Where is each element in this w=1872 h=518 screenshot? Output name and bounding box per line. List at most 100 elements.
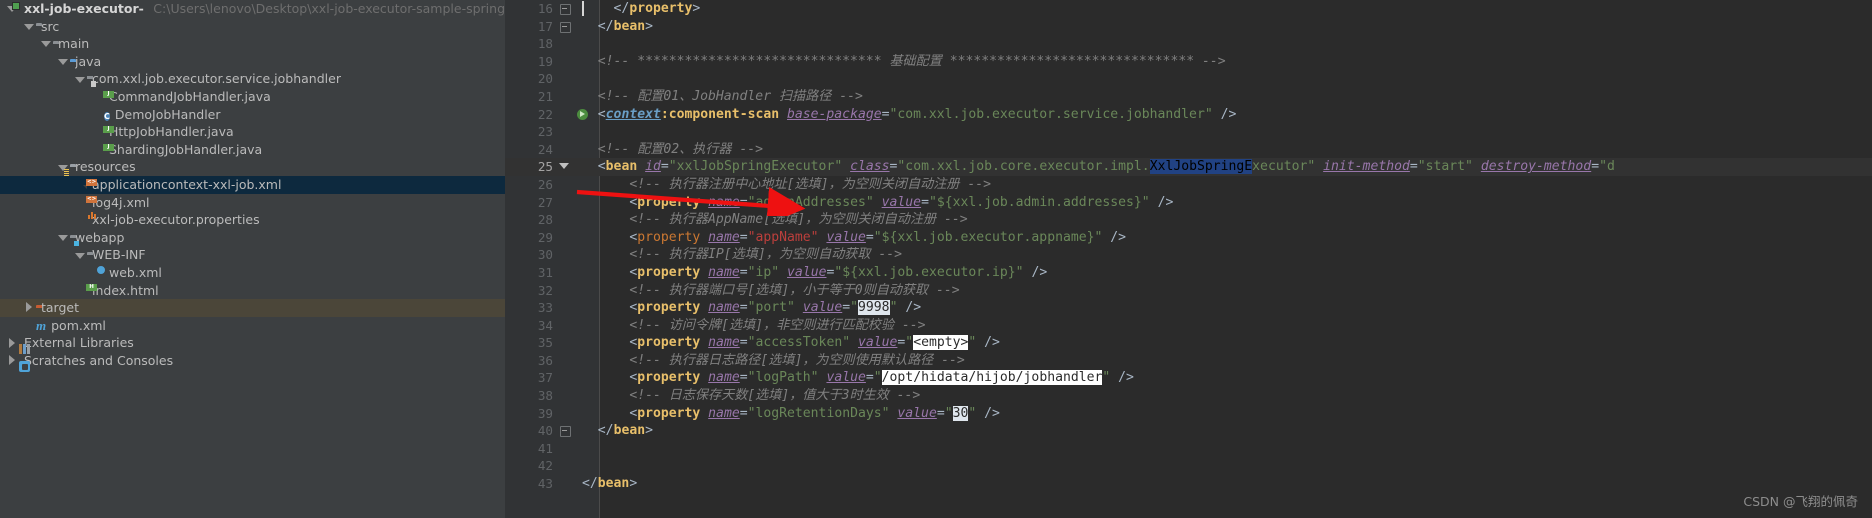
code-line[interactable]: 33 <property name="port" value="9998" /> xyxy=(505,299,1872,317)
code-token: "ip" xyxy=(747,264,780,280)
code-line[interactable]: 21 <!-- 配置01、JobHandler 扫描路径 --> xyxy=(505,88,1872,106)
tree-item-pom-xml[interactable]: m pom.xml xyxy=(0,317,505,335)
chevron-down-icon[interactable] xyxy=(74,250,85,261)
tree-item-commandjobhandler-java[interactable]: J CommandJobHandler.java xyxy=(0,88,505,106)
tree-item-index-html[interactable]: Hindex.html xyxy=(0,282,505,300)
code-token: <!-- 配置01、JobHandler 扫描路径 --> xyxy=(597,88,863,104)
code-line[interactable]: 17 </bean> xyxy=(505,18,1872,36)
tree-item-demojobhandler[interactable]: C DemoJobHandler xyxy=(0,106,505,124)
code-line[interactable]: 26 <!-- 执行器注册中心地址[选填]，为空则关闭自动注册 --> xyxy=(505,176,1872,194)
code-line[interactable]: 31 <property name="ip" value="${xxl.job.… xyxy=(505,264,1872,282)
tree-item-src[interactable]: src xyxy=(0,18,505,36)
code-line[interactable]: 39 <property name="logRetentionDays" val… xyxy=(505,405,1872,423)
tree-item-target[interactable]: target xyxy=(0,299,505,317)
tree-item-external-libraries[interactable]: External Libraries xyxy=(0,334,505,355)
code-token: property xyxy=(629,1,693,16)
tree-item-webapp[interactable]: webapp xyxy=(0,229,505,247)
code-line[interactable]: 18 xyxy=(505,35,1872,53)
code-token: property xyxy=(637,264,701,280)
code-line[interactable]: 22 <context:component-scan base-package=… xyxy=(505,106,1872,124)
code-line[interactable]: 27 <property name="adminAddresses" value… xyxy=(505,194,1872,212)
line-content: <property name="logRetentionDays" value=… xyxy=(582,405,1000,423)
tree-item-label: target xyxy=(41,300,80,316)
code-token: destroy-method xyxy=(1480,159,1592,175)
code-line[interactable]: 29 <property name="appName" value="${xxl… xyxy=(505,229,1872,247)
code-token: <!-- 执行器注册中心地址[选填]，为空则关闭自动注册 --> xyxy=(629,176,991,192)
chevron-down-icon[interactable] xyxy=(40,38,51,49)
line-content: </bean> xyxy=(582,475,637,493)
code-token: bean xyxy=(597,476,630,492)
code-line[interactable]: 28 <!-- 执行器AppName[选填]，为空则关闭自动注册 --> xyxy=(505,211,1872,229)
code-line[interactable]: 38 <!-- 日志保存天数[选填]，值大于3时生效 --> xyxy=(505,387,1872,405)
tree-item-web-inf[interactable]: WEB-INF xyxy=(0,246,505,264)
code-token: XxlJobSpringE xyxy=(1149,159,1253,175)
code-token: " xyxy=(905,335,914,351)
code-token: value xyxy=(787,264,827,280)
code-token: <!-- 执行器端口号[选填]，小于等于0则自动获取 --> xyxy=(629,282,960,298)
chevron-down-icon[interactable] xyxy=(57,232,68,243)
code-line[interactable]: 25 <bean id="xxlJobSpringExecutor" class… xyxy=(505,158,1872,176)
tree-item-xxl-job-executor-properties[interactable]: xxl-job-executor.properties xyxy=(0,211,505,229)
code-line[interactable]: 19 <!-- ******************************* … xyxy=(505,53,1872,71)
tree-item-applicationcontext-xxl-job-xml[interactable]: <> applicationcontext-xxl-job.xml xyxy=(0,175,505,194)
tree-item-resources[interactable]: resources xyxy=(0,158,505,176)
tree-item-log4j-xml[interactable]: <> log4j.xml xyxy=(0,194,505,212)
maven-icon: m xyxy=(36,317,47,333)
project-tree-panel[interactable]: xxl-job-executor-sample-spring C:\Users\l… xyxy=(0,0,505,518)
tree-item-label: DemoJobHandler xyxy=(114,106,221,122)
run-spring-icon[interactable] xyxy=(555,106,588,124)
code-token: value xyxy=(826,229,866,245)
code-line[interactable]: 24 <!-- 配置02、执行器 --> xyxy=(505,141,1872,159)
tree-item-scratches-and-consoles[interactable]: Scratches and Consoles xyxy=(0,352,505,370)
code-token: = xyxy=(739,229,748,245)
code-line[interactable]: 32 <!-- 执行器端口号[选填]，小于等于0则自动获取 --> xyxy=(505,282,1872,300)
tree-item-main[interactable]: main xyxy=(0,35,505,53)
code-lines[interactable]: 16 </property> 17 </bean> 18 19 <!-- ******… xyxy=(505,0,1872,518)
chevron-down-icon[interactable] xyxy=(23,21,34,32)
tree-item-java[interactable]: java xyxy=(0,53,505,71)
code-line[interactable]: 20 xyxy=(505,70,1872,88)
tree-item-web-xml[interactable]: web.xml xyxy=(0,264,505,282)
code-line[interactable]: 42 xyxy=(505,457,1872,475)
code-token: = xyxy=(921,194,929,210)
chevron-down-icon[interactable] xyxy=(74,74,85,85)
code-token: 30 xyxy=(952,405,969,421)
code-line[interactable]: 36 <!-- 执行器日志路径[选填]，为空则使用默认路径 --> xyxy=(505,352,1872,370)
tree-item-label: index.html xyxy=(92,282,159,298)
tree-item-label: src xyxy=(41,18,60,34)
code-token: <!-- 日志保存天数[选填]，值大于3时生效 --> xyxy=(629,388,921,404)
tree-item-xxl-job-executor-sample-spring[interactable]: xxl-job-executor-sample-spring C:\Users\l… xyxy=(0,0,505,18)
tree-item-httpjobhandler-java[interactable]: J HttpJobHandler.java xyxy=(0,123,505,141)
code-line[interactable]: 23 xyxy=(505,123,1872,141)
code-line[interactable]: 16 </property> xyxy=(505,0,1872,18)
tree-item-com-xxl-job-executor-service-jobhandler[interactable]: com.xxl.job.executor.service.jobhandler xyxy=(0,70,505,88)
chevron-right-icon[interactable] xyxy=(6,337,17,349)
code-token: "appName" xyxy=(747,229,819,245)
chevron-right-icon[interactable] xyxy=(23,302,34,313)
chevron-down-icon[interactable] xyxy=(57,56,68,67)
code-line[interactable]: 35 <property name="accessToken" value="<… xyxy=(505,334,1872,352)
code-token: "com.xxl.job.core.executor.impl. xyxy=(897,159,1150,175)
code-editor[interactable]: 16 </property> 17 </bean> 18 19 <!-- ******… xyxy=(505,0,1872,518)
fold-arrow-icon[interactable] xyxy=(555,158,575,176)
code-token: value xyxy=(897,405,937,421)
code-line[interactable]: 34 <!-- 访问令牌[选填]，非空则进行匹配校验 --> xyxy=(505,317,1872,335)
code-token: "${xxl.job.admin.addresses}" xyxy=(928,194,1150,210)
fold-collapse-icon[interactable] xyxy=(555,18,575,36)
code-line[interactable]: 41 xyxy=(505,440,1872,458)
code-line[interactable]: 37 <property name="logPath" value="/opt/… xyxy=(505,369,1872,387)
tree-item-label: resources xyxy=(75,159,136,175)
tree-item-shardingjobhandler-java[interactable]: J ShardingJobHandler.java xyxy=(0,141,505,159)
code-line[interactable]: 43 </bean> xyxy=(505,475,1872,493)
code-token: = xyxy=(936,405,945,421)
code-line[interactable]: 40 </bean> xyxy=(505,422,1872,440)
fold-collapse-icon[interactable] xyxy=(555,422,575,440)
code-line[interactable]: 30 <!-- 执行器IP[选填]，为空则自动获取 --> xyxy=(505,246,1872,264)
line-content: <!-- 执行器IP[选填]，为空则自动获取 --> xyxy=(582,246,902,264)
chevron-right-icon[interactable] xyxy=(6,355,17,366)
fold-collapse-icon[interactable] xyxy=(555,0,575,18)
